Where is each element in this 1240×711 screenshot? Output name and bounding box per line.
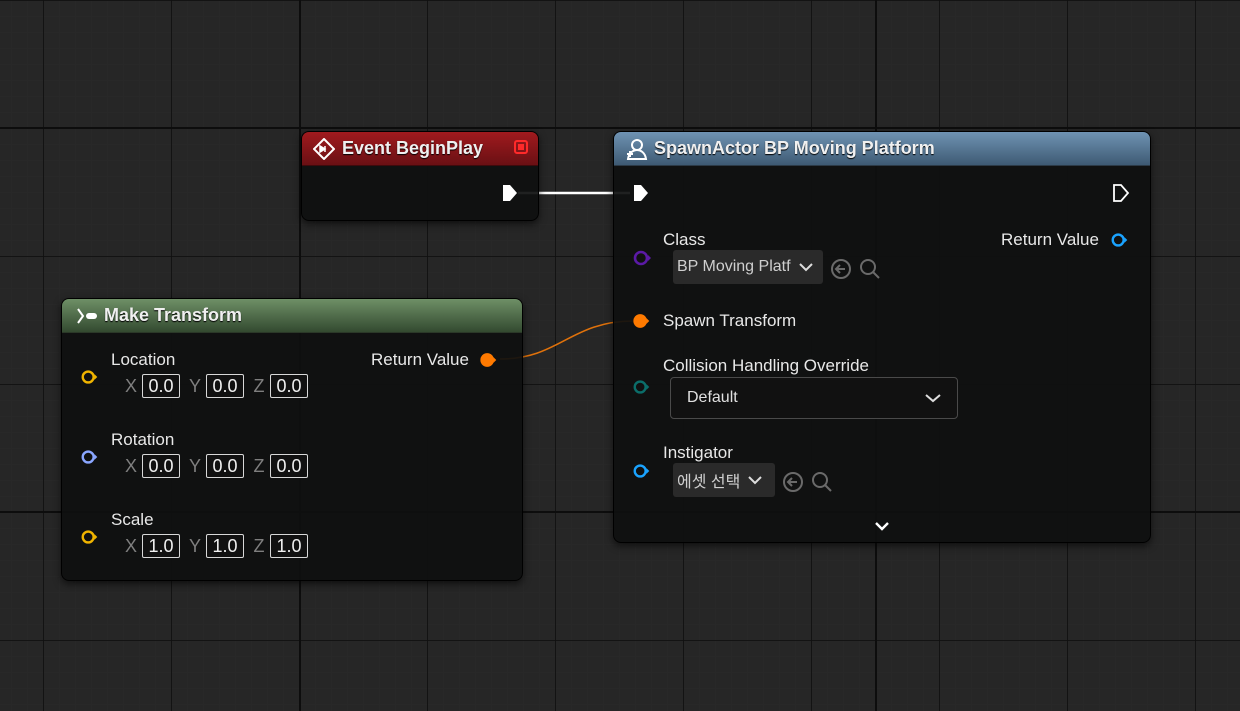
chevron-down-icon [798,262,813,272]
make-transform-node[interactable]: Make Transform Return Value Location X 0… [61,298,523,581]
location-vector: X 0.0 Y 0.0 Z 0.0 [124,374,316,398]
return-value-label: Return Value [1001,230,1099,249]
location-x-field[interactable]: 0.0 [142,374,180,398]
exec-input-pin[interactable] [631,183,651,203]
delegate-square-icon[interactable] [514,140,528,154]
location-pin[interactable] [80,367,100,387]
rotation-vector: X 0.0 Y 0.0 Z 0.0 [124,454,316,478]
spawn-actor-icon [624,137,648,161]
class-picker-value: BP Moving Platf [677,258,791,275]
event-beginplay-node[interactable]: Event BeginPlay [301,131,539,221]
use-selected-icon[interactable] [782,471,804,493]
spawn-transform-label: Spawn Transform [663,311,797,330]
collision-handling-pin[interactable] [632,377,652,397]
rotation-y-field[interactable]: 0.0 [206,454,244,478]
instigator-picker-value: 에셋 선택 [677,474,741,491]
spawn-transform-pin[interactable] [632,311,652,331]
function-icon [76,304,98,328]
scale-y-field[interactable]: 1.0 [206,534,244,558]
x-axis-label: X [124,535,137,556]
browse-search-icon[interactable] [859,258,881,280]
z-axis-label: Z [253,535,265,556]
class-picker[interactable]: BP Moving Platf [673,250,823,284]
scale-z-field[interactable]: 1.0 [270,534,308,558]
transform-output-pin[interactable] [479,350,499,370]
chevron-down-icon [925,393,941,403]
chevron-down-icon [748,475,763,485]
scale-x-field[interactable]: 1.0 [142,534,180,558]
make-transform-title: Make Transform [104,305,243,325]
browse-search-icon[interactable] [811,471,833,493]
exec-output-pin[interactable] [500,183,520,203]
collision-handling-label: Collision Handling Override [663,356,869,375]
rotation-pin[interactable] [80,447,100,467]
y-axis-label: Y [188,535,201,556]
make-transform-header[interactable]: Make Transform [62,299,522,333]
return-value-pin[interactable] [1110,230,1130,250]
instigator-pin[interactable] [632,461,652,481]
scale-vector: X 1.0 Y 1.0 Z 1.0 [124,534,316,558]
rotation-z-field[interactable]: 0.0 [270,454,308,478]
event-diamond-icon [312,137,336,161]
rotation-label: Rotation [111,430,175,449]
return-value-label: Return Value [371,350,469,369]
z-axis-label: Z [253,375,265,396]
spawn-actor-header[interactable]: SpawnActor BP Moving Platform [614,132,1150,166]
instigator-picker[interactable]: 에셋 선택 [673,463,775,497]
x-axis-label: X [124,455,137,476]
class-input-pin[interactable] [632,248,652,268]
expand-advanced-chevron-down-icon[interactable] [874,520,890,532]
y-axis-label: Y [188,375,201,396]
collision-handling-value: Default [687,389,738,406]
rotation-x-field[interactable]: 0.0 [142,454,180,478]
event-beginplay-title: Event BeginPlay [342,138,484,158]
scale-pin[interactable] [80,527,100,547]
x-axis-label: X [124,375,137,396]
use-selected-icon[interactable] [830,258,852,280]
spawn-actor-title: SpawnActor BP Moving Platform [654,138,935,158]
location-z-field[interactable]: 0.0 [270,374,308,398]
collision-handling-dropdown[interactable]: Default [670,377,958,419]
y-axis-label: Y [188,455,201,476]
z-axis-label: Z [253,455,265,476]
class-pin-label: Class [663,230,706,249]
event-beginplay-header[interactable]: Event BeginPlay [302,132,538,166]
location-label: Location [111,350,176,369]
location-y-field[interactable]: 0.0 [206,374,244,398]
spawn-actor-node[interactable]: SpawnActor BP Moving Platform Class BP M… [613,131,1151,543]
instigator-label: Instigator [663,443,733,462]
scale-label: Scale [111,510,154,529]
exec-output-pin[interactable] [1111,183,1131,203]
